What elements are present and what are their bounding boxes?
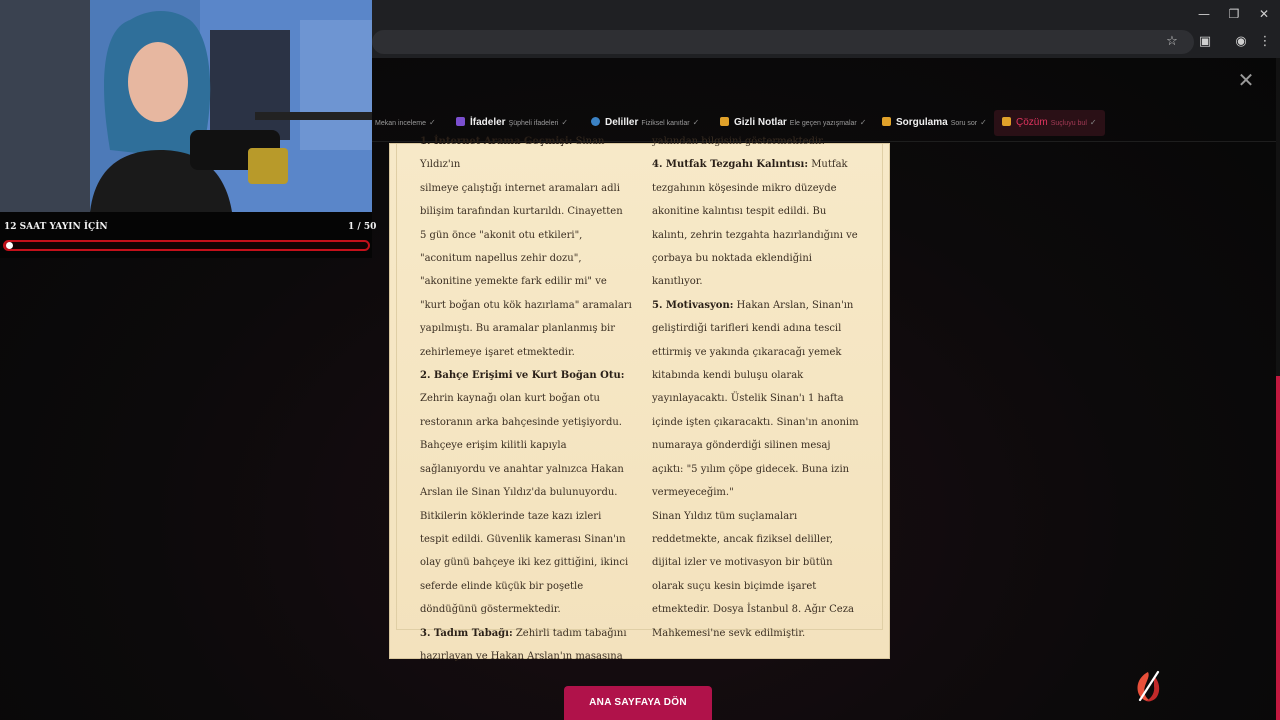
doc-paragraph: yakından bilgisini göstermektedir. [652,136,825,147]
back-to-home-button[interactable]: ANA SAYFAYA DÖN [564,686,712,720]
doc-text: Mutfak tezgahının köşesinde mikro düzeyd… [652,159,858,288]
check-icon: ✓ [561,118,569,127]
tab-cozum[interactable]: Çözüm Suçluyu bul ✓ [994,110,1105,136]
doc-paragraph: 4. Mutfak Tezgahı Kalıntısı: Mutfak tezg… [652,153,864,293]
check-icon: ✓ [692,118,700,127]
doc-text: Zehrin kaynağı olan kurt boğan otu resto… [420,393,629,616]
check-icon: ✓ [1089,118,1097,127]
doc-paragraph: silmeye çalıştığı internet aramaları adl… [420,182,632,358]
stream-goal-count: 1 / 50 [348,222,377,232]
doc-text: Hakan Arslan, Sinan'ın geliştirdiği tari… [652,299,859,499]
lock-icon [720,117,729,126]
tab-sub: Suçluyu bul [1050,120,1087,127]
extensions-icon[interactable]: ▣ [1196,33,1214,51]
stream-goal-title: 12 SAAT YAYIN İÇİN [4,222,108,232]
scrollbar-thumb[interactable] [1276,376,1280,720]
check-icon: ✓ [428,118,436,127]
tab-sub: Şüpheli ifadeleri [508,120,559,127]
minimize-icon[interactable]: — [1196,6,1212,22]
tab-title: Sorgulama [896,117,948,128]
restore-icon[interactable]: ❐ [1226,6,1242,22]
check-icon: ✓ [859,118,867,127]
profile-icon[interactable]: ◉ [1232,33,1250,51]
tab-title: İfadeler [470,117,506,128]
streamer-webcam [0,0,372,212]
doc-paragraph: 2. Bahçe Erişimi ve Kurt Boğan Otu: Zehr… [420,364,632,621]
tab-sub: Mekan inceleme [375,120,426,127]
solution-document: 1. İnternet Arama Geçmişi: Sinan Yıldız'… [389,136,890,662]
doc-heading: 2. Bahçe Erişimi ve Kurt Boğan Otu: [420,370,625,382]
tab-title: Gizli Notlar [734,117,787,128]
doc-heading: 1. İnternet Arama Geçmişi: [420,136,573,147]
tab-sub: Ele geçen yazışmalar [789,120,857,127]
tab-title: Deliller [605,117,639,128]
brand-logo-icon [1137,670,1160,702]
doc-heading: 5. Motivasyon: [652,299,734,311]
close-icon[interactable]: ✕ [1236,70,1256,90]
lock-icon [1002,117,1011,126]
tab-title: Çözüm [1016,117,1048,128]
close-window-icon[interactable]: ✕ [1256,6,1272,22]
document-column-left: 1. İnternet Arama Geçmişi: Sinan Yıldız'… [420,130,632,668]
document-column-right: yakından bilgisini göstermektedir. 4. Mu… [652,130,864,645]
doc-paragraph: 5. Motivasyon: Hakan Arslan, Sinan'ın ge… [652,294,864,505]
bookmark-star-icon[interactable]: ☆ [1163,33,1181,51]
tab-sub: Fiziksel kanıtlar [641,120,690,127]
lock-icon [882,117,891,126]
doc-paragraph: 3. Tadım Tabağı: Zehirli tadım tabağını … [420,622,632,669]
menu-kebab-icon[interactable]: ⋮ [1256,33,1274,51]
doc-paragraph: 1. İnternet Arama Geçmişi: Sinan Yıldız'… [420,130,632,177]
tab-sorgulama[interactable]: Sorgulama Soru sor ✓ [882,110,987,136]
tab-sub: Soru sor [950,120,978,127]
check-icon: ✓ [980,118,987,127]
doc-paragraph: Sinan Yıldız tüm suçlamaları reddetmekte… [652,510,854,639]
magnifier-icon [591,117,600,126]
stream-goal-progress [3,240,370,251]
speech-icon [456,117,465,126]
doc-heading: 3. Tadım Tabağı: [420,627,513,639]
address-bar[interactable] [372,30,1194,54]
doc-heading: 4. Mutfak Tezgahı Kalıntısı: [652,159,809,171]
progress-knob [6,242,13,249]
stream-goal-panel [0,212,372,258]
